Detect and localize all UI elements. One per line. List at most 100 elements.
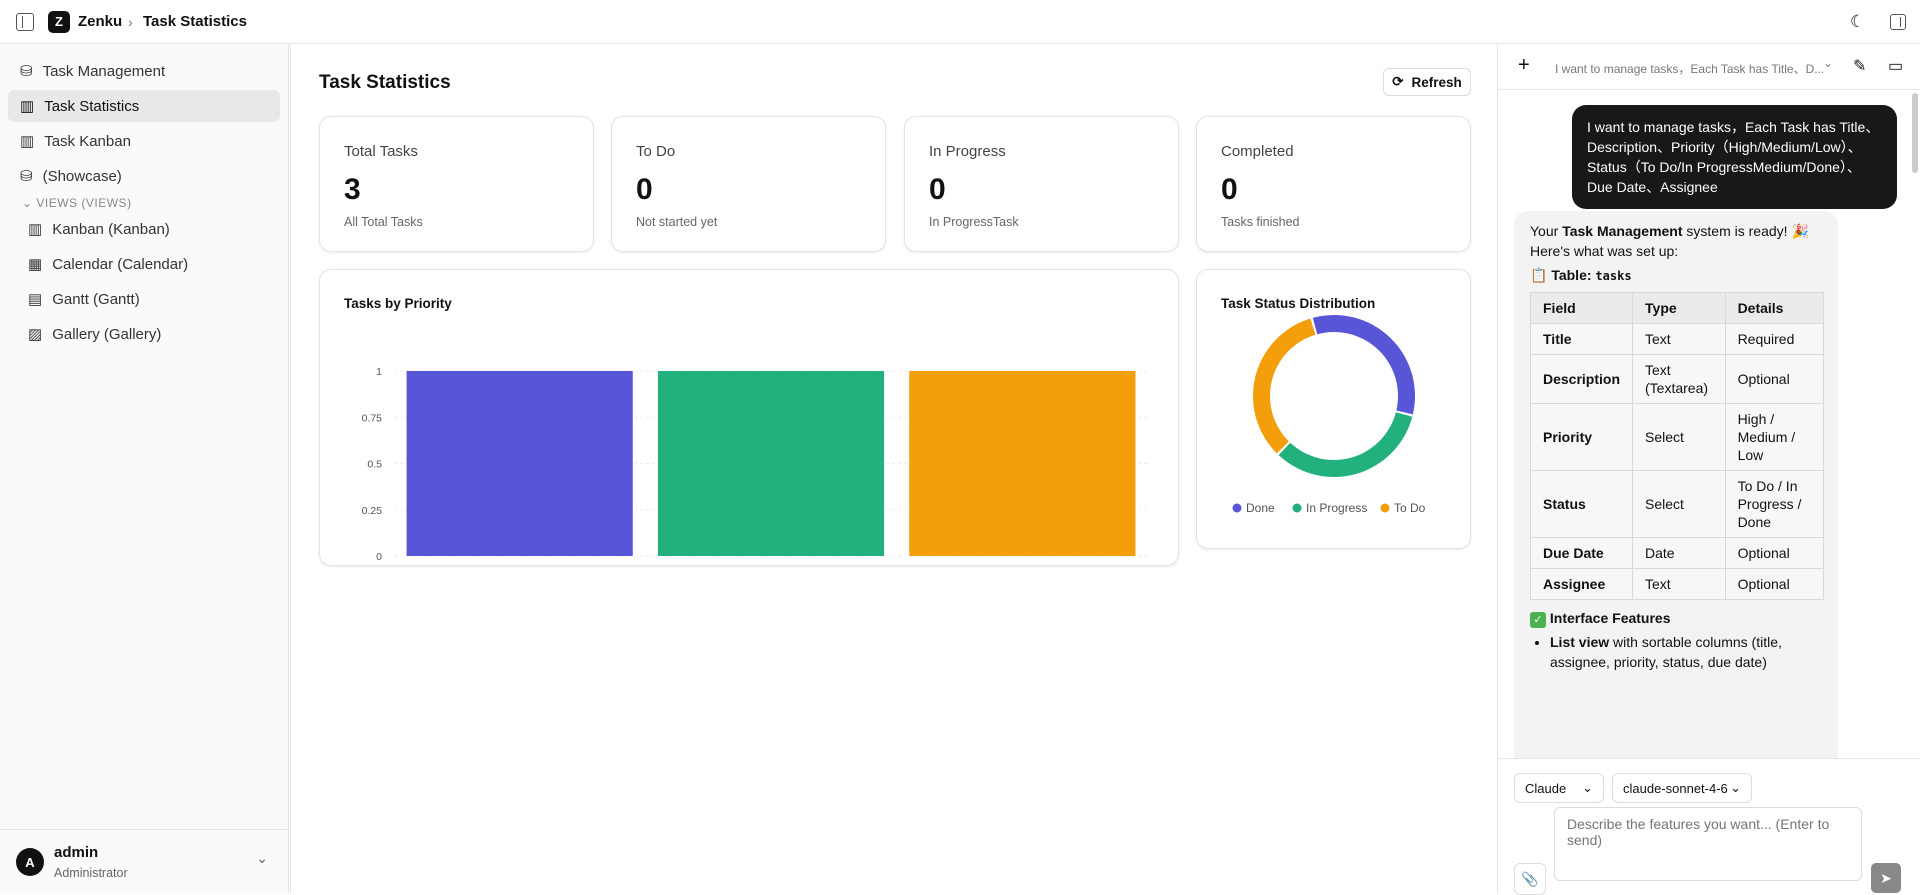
donut-slice (1312, 315, 1415, 415)
legend-label: Done (1246, 501, 1275, 515)
table-label: Table: (1551, 267, 1592, 283)
stat-sub: Not started yet (636, 215, 718, 229)
chevron-down-icon: ⌄ (1730, 780, 1741, 795)
stat-sub: All Total Tasks (344, 215, 423, 229)
view-label: Calendar (Calendar) (52, 255, 189, 273)
fields-table: Field Type Details Title Text Required Descr… (1529, 292, 1825, 600)
view-label: Gantt (Gantt) (52, 290, 140, 308)
app-logo: Z (48, 10, 70, 33)
refresh-button[interactable]: ⟳ Refresh (1383, 68, 1471, 96)
y-tick-label: 0.25 (362, 505, 383, 517)
sidebar-item-task-management[interactable]: ⛁ Task Management (8, 55, 280, 87)
stat-card-completed: Completed 0 Tasks finished (1196, 116, 1471, 252)
table-header: Details (1724, 292, 1825, 324)
provider-select[interactable]: Claude ⌄ (1514, 773, 1604, 803)
cell: Date (1632, 537, 1726, 569)
sidebar: ⛁ Task Management ▥ Task Statistics ▥ Task … (0, 44, 289, 893)
y-tick-label: 1 (376, 366, 382, 378)
cell: Text (1632, 568, 1726, 600)
sidebar-item-showcase[interactable]: ⛁ (Showcase) (8, 160, 280, 192)
y-tick-label: 0.75 (362, 412, 383, 424)
model-select[interactable]: claude-sonnet-4-6 ⌄ (1612, 773, 1752, 803)
legend-label: In Progress (1306, 501, 1367, 515)
user-message: I want to manage tasks，Each Task has Tit… (1572, 105, 1897, 209)
cell: Optional (1724, 354, 1825, 404)
stat-card-in-progress: In Progress 0 In ProgressTask (904, 116, 1179, 252)
avatar: A (16, 848, 44, 876)
reply-bold: Task Management (1562, 223, 1683, 239)
stat-value: 3 (344, 173, 361, 206)
view-gallery[interactable]: ▨ Gallery (Gallery) (8, 318, 280, 350)
legend-label: To Do (1394, 501, 1426, 515)
cell: Optional (1724, 568, 1825, 600)
views-header-label: VIEWS (VIEWS) (36, 196, 132, 210)
stat-sub: In ProgressTask (929, 215, 1019, 229)
sidebar-item-label: (Showcase) (42, 167, 122, 185)
donut-slice (1253, 318, 1316, 454)
legend-swatch (1232, 503, 1242, 513)
gantt-icon: ▤ (28, 291, 43, 308)
cell: Select (1632, 403, 1726, 471)
stat-value: 0 (636, 173, 653, 206)
priority-chart-card: Tasks by Priority 00.250.50.751HighLowMe… (319, 269, 1179, 566)
bar (909, 371, 1136, 556)
attach-button[interactable]: 📎 (1514, 863, 1546, 895)
panel-toggle-icon[interactable] (1890, 13, 1906, 30)
donut-slice (1278, 412, 1413, 477)
stat-label: Total Tasks (344, 143, 418, 160)
features-title: Interface Features (1549, 610, 1671, 626)
reply-text: Here's what was set up: (1530, 243, 1679, 259)
view-label: Kanban (Kanban) (52, 220, 170, 238)
cell: Title (1529, 323, 1634, 355)
columns-icon: ▥ (20, 133, 35, 150)
moon-icon[interactable]: ☾ (1850, 12, 1865, 32)
page-title: Task Statistics (319, 72, 451, 93)
chart-title: Task Status Distribution (1221, 296, 1376, 311)
bar (406, 371, 633, 556)
cell: Text (Textarea) (1632, 354, 1726, 404)
sidebar-item-label: Task Kanban (44, 132, 131, 150)
stat-value: 0 (929, 173, 946, 206)
app-name[interactable]: Zenku (78, 13, 122, 30)
table-header: Type (1632, 292, 1726, 324)
calendar-icon: ▦ (28, 256, 43, 273)
sidebar-item-task-statistics[interactable]: ▥ Task Statistics (8, 90, 280, 122)
reply-text: system is ready! 🎉 (1682, 223, 1809, 239)
reply-text: Your (1530, 223, 1563, 239)
view-calendar[interactable]: ▦ Calendar (Calendar) (8, 248, 280, 280)
user-menu[interactable]: A admin Administrator ⌄ (0, 829, 288, 893)
bar-chart: 00.250.50.751HighLowMedium (362, 366, 1148, 560)
views-header[interactable]: ⌄ VIEWS (VIEWS) (22, 196, 288, 210)
chevron-down-icon: ⌄ (1582, 780, 1593, 795)
cell: High / Medium / Low (1724, 403, 1825, 471)
stat-card-todo: To Do 0 Not started yet (611, 116, 886, 252)
cell: Optional (1724, 537, 1825, 569)
sidebar-toggle-icon[interactable] (16, 12, 34, 31)
chevron-down-icon[interactable]: ⌄ (1823, 56, 1833, 70)
new-chat-icon[interactable]: + (1518, 54, 1530, 77)
y-tick-label: 0.5 (367, 459, 382, 471)
cell: To Do / In Progress / Done (1724, 470, 1825, 538)
legend-swatch (1380, 503, 1390, 513)
chat-input[interactable] (1554, 807, 1862, 881)
user-role: Administrator (54, 866, 128, 880)
archive-icon[interactable]: ▭ (1888, 56, 1903, 76)
scrollbar[interactable] (1912, 93, 1918, 173)
send-button[interactable]: ➤ (1871, 863, 1901, 893)
feature-bold: List view (1550, 634, 1610, 650)
cell: Select (1632, 470, 1726, 538)
y-tick-label: 0 (376, 551, 382, 560)
view-label: Gallery (Gallery) (52, 325, 162, 343)
feature-item: List view with sortable columns (title, … (1550, 632, 1822, 672)
pencil-icon[interactable]: ✎ (1853, 56, 1866, 76)
cell: Assignee (1529, 568, 1634, 600)
view-gantt[interactable]: ▤ Gantt (Gantt) (8, 283, 280, 315)
stat-value: 0 (1221, 173, 1238, 206)
chat-messages[interactable]: I want to manage tasks，Each Task has Tit… (1498, 91, 1920, 758)
table-header: Field (1529, 292, 1634, 324)
view-kanban[interactable]: ▥ Kanban (Kanban) (8, 213, 280, 245)
main-content: Task Statistics ⟳ Refresh Total Tasks 3 All… (290, 44, 1497, 893)
database-icon: ⛁ (20, 168, 33, 185)
sidebar-item-task-kanban[interactable]: ▥ Task Kanban (8, 125, 280, 157)
conversation-title[interactable]: I want to manage tasks，Each Task has Tit… (1555, 60, 1824, 77)
